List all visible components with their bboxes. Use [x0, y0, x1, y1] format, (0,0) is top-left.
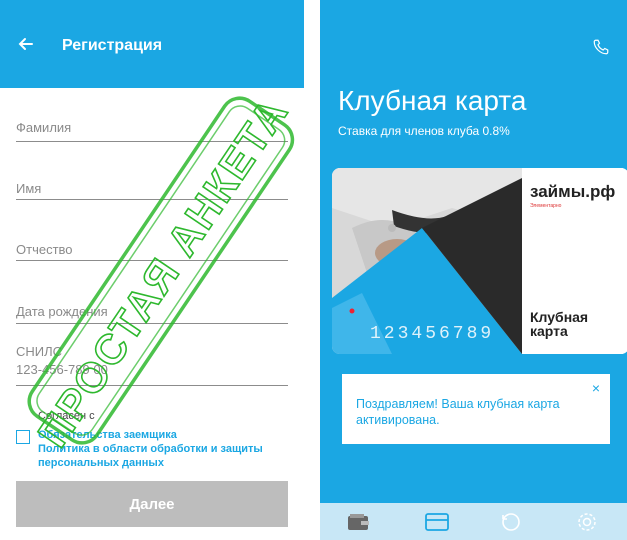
close-icon[interactable]: ×	[592, 380, 600, 396]
history-icon[interactable]	[498, 511, 524, 533]
club-rate: Ставка для членов клуба 0.8%	[338, 124, 510, 138]
patronymic-field[interactable]: Отчество	[16, 228, 288, 261]
phone-icon[interactable]	[592, 38, 610, 56]
settings-icon[interactable]	[574, 511, 600, 533]
registration-screen: Регистрация Фамилия Имя Отчество Дата ро…	[0, 0, 304, 540]
club-card[interactable]: займы.рф Элементарно 123456789 Клубная к…	[332, 168, 627, 354]
agree-checkbox[interactable]	[16, 430, 30, 444]
field-label: Отчество	[16, 242, 73, 257]
card-icon[interactable]	[424, 511, 450, 533]
stamp-text: ПРОСТАЯ АНКЕТА	[29, 89, 297, 456]
card-brand-sub: Элементарно	[530, 203, 562, 209]
field-label: Имя	[16, 181, 42, 196]
notice-message: Поздравляем! Ваша клубная карта активиро…	[356, 397, 560, 427]
card-number: 123456789	[370, 324, 495, 344]
privacy-policy-link[interactable]: Политика в области обработки и защиты	[38, 443, 263, 455]
last-name-field[interactable]: Фамилия	[16, 110, 288, 142]
privacy-policy-link-cont[interactable]: персональных данных	[38, 457, 164, 469]
first-name-field[interactable]: Имя	[16, 168, 288, 200]
screen-title: Клубная карта	[338, 85, 527, 116]
birth-date-field[interactable]: Дата рождения	[16, 290, 288, 324]
agree-prefix: Согласен с	[38, 410, 95, 422]
club-card-screen: Клубная карта Ставка для членов клуба 0.…	[320, 0, 627, 540]
field-value: 123-456-789 00	[16, 362, 108, 377]
snils-field[interactable]: СНИЛС 123-456-789 00	[16, 336, 288, 386]
next-button[interactable]: Далее	[16, 481, 288, 527]
card-name: Клубная карта	[530, 309, 589, 339]
app-bar: Регистрация	[0, 0, 304, 88]
field-label: Дата рождения	[16, 304, 108, 319]
page-title: Регистрация	[62, 37, 163, 54]
back-arrow-icon[interactable]	[16, 34, 36, 54]
card-brand: займы.рф	[530, 182, 616, 201]
bottom-nav	[320, 503, 627, 540]
wallet-icon[interactable]	[346, 511, 372, 533]
field-label: СНИЛС	[16, 344, 63, 359]
activation-notice: Поздравляем! Ваша клубная карта активиро…	[338, 374, 610, 444]
borrower-obligations-link[interactable]: Обязательства заемщика	[38, 429, 177, 441]
field-label: Фамилия	[16, 120, 72, 135]
